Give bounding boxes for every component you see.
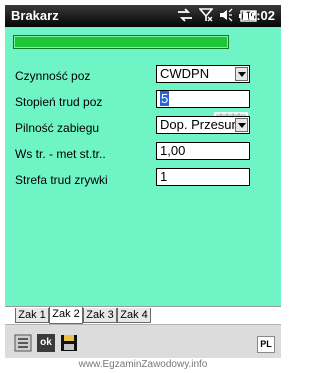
czynnosc-poz-value: CWDPN xyxy=(160,66,210,81)
clock: 12:02 xyxy=(241,8,275,23)
stopien-trud-poz-input[interactable]: 5 xyxy=(156,90,250,108)
label-ws-tr-met: Ws tr. - met st.tr.. xyxy=(15,147,106,161)
form-area: Czynność poz CWDPN Stopień trud poz 5 Pi… xyxy=(5,27,281,306)
tab-zak-3[interactable]: Zak 3 xyxy=(83,308,117,323)
pilnosc-zabiegu-value: Dop. Przesun xyxy=(160,117,239,132)
list-icon[interactable] xyxy=(14,334,32,352)
signal-off-icon[interactable] xyxy=(198,7,214,26)
ws-tr-met-value: 1,00 xyxy=(160,143,186,158)
title-bar: Brakarz 12:02 xyxy=(5,5,281,27)
tab-zak-2[interactable]: Zak 2 xyxy=(49,307,83,324)
label-stopien-trud-poz: Stopień trud poz xyxy=(15,95,103,109)
ws-tr-met-input[interactable]: 1,00 xyxy=(156,142,250,160)
czynnosc-poz-dropdown[interactable]: CWDPN xyxy=(156,65,250,83)
pilnosc-zabiegu-dropdown[interactable]: Dop. Przesun xyxy=(156,116,250,134)
chevron-down-icon[interactable] xyxy=(235,67,248,81)
chevron-down-icon[interactable] xyxy=(235,118,248,132)
tab-zak-4[interactable]: Zak 4 xyxy=(117,308,151,323)
bottom-toolbar: ok PL xyxy=(5,324,281,358)
save-icon[interactable] xyxy=(60,334,78,352)
label-czynnosc-poz: Czynność poz xyxy=(15,69,91,83)
ok-button[interactable]: ok xyxy=(37,334,55,352)
green-banner xyxy=(13,35,229,49)
speaker-icon[interactable] xyxy=(219,7,233,26)
strefa-trud-zrywki-input[interactable]: 1 xyxy=(156,168,250,186)
watermark: www.EgzaminZawodowy.info xyxy=(78,359,208,370)
stopien-trud-poz-value: 5 xyxy=(160,91,170,106)
tab-strip: Zak 1 Zak 2 Zak 3 Zak 4 xyxy=(5,306,281,325)
device-screen: Brakarz 12:02 Czynność poz CWDPN Stopień… xyxy=(5,5,281,358)
label-strefa-trud-zrywki: Strefa trud zrywki xyxy=(15,173,108,187)
sync-arrows-icon[interactable] xyxy=(177,7,193,26)
label-pilnosc-zabiegu: Pilność zabiegu xyxy=(15,121,100,135)
strefa-trud-zrywki-value: 1 xyxy=(160,169,168,184)
tab-zak-1[interactable]: Zak 1 xyxy=(15,308,49,323)
app-title: Brakarz xyxy=(11,8,59,23)
language-pl-button[interactable]: PL xyxy=(257,336,275,353)
